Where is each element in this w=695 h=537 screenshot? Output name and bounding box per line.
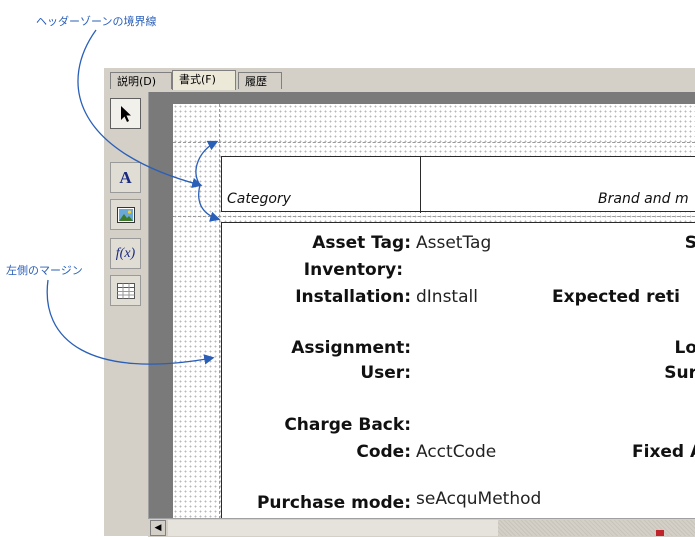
asset-tag-field[interactable]: AssetTag bbox=[416, 233, 491, 253]
horizontal-scrollbar[interactable]: ◀ bbox=[148, 518, 695, 537]
supervisor-label[interactable]: Sur bbox=[664, 363, 695, 383]
status-indicator-icon bbox=[656, 530, 664, 536]
design-canvas[interactable]: Category Brand and m Asset Tag: AssetTag… bbox=[173, 104, 695, 524]
header-category-cell[interactable]: Category bbox=[227, 191, 291, 207]
detail-band[interactable]: Asset Tag: AssetTag S Inventory: Install… bbox=[221, 222, 695, 524]
formula-icon: f(x) bbox=[115, 245, 136, 261]
table-tool-button[interactable] bbox=[110, 275, 141, 306]
left-margin-guide[interactable] bbox=[219, 104, 220, 524]
header-zone-boundary[interactable] bbox=[173, 216, 695, 217]
user-label[interactable]: User: bbox=[360, 363, 411, 383]
image-icon bbox=[116, 206, 135, 223]
installation-field[interactable]: dInstall bbox=[416, 287, 478, 307]
header-column-divider bbox=[420, 157, 421, 213]
report-designer-window: 説明(D) 書式(F) 履歴 A f(x) Category Brand and… bbox=[104, 68, 695, 536]
code-field[interactable]: AcctCode bbox=[416, 442, 496, 462]
header-zone-guide[interactable] bbox=[173, 142, 695, 143]
scroll-thumb[interactable] bbox=[498, 520, 695, 536]
header-band[interactable]: Category Brand and m bbox=[221, 156, 695, 213]
table-icon bbox=[116, 282, 135, 299]
location-label[interactable]: Lo bbox=[674, 338, 695, 358]
select-tool-button[interactable] bbox=[110, 98, 141, 129]
fixed-asset-label[interactable]: Fixed A bbox=[632, 442, 695, 462]
s-label[interactable]: S bbox=[685, 233, 695, 253]
left-margin-annotation: 左側のマージン bbox=[6, 264, 83, 277]
tab-history[interactable]: 履歴 bbox=[238, 72, 282, 89]
toolbox: A f(x) bbox=[104, 92, 149, 536]
design-canvas-frame: Category Brand and m Asset Tag: AssetTag… bbox=[149, 92, 695, 536]
expected-retirement-label[interactable]: Expected reti bbox=[552, 287, 680, 307]
header-boundary-annotation: ヘッダーゾーンの境界線 bbox=[36, 15, 157, 28]
text-icon: A bbox=[119, 167, 132, 187]
purchase-mode-field[interactable]: seAcquMethod bbox=[416, 489, 541, 509]
inventory-label[interactable]: Inventory: bbox=[304, 260, 403, 280]
tab-description[interactable]: 説明(D) bbox=[110, 72, 172, 89]
charge-back-label[interactable]: Charge Back: bbox=[284, 415, 411, 435]
formula-tool-button[interactable]: f(x) bbox=[110, 238, 141, 269]
scroll-track[interactable] bbox=[168, 520, 498, 536]
tab-format[interactable]: 書式(F) bbox=[172, 70, 236, 90]
text-tool-button[interactable]: A bbox=[110, 162, 141, 193]
code-label[interactable]: Code: bbox=[356, 442, 411, 462]
image-tool-button[interactable] bbox=[110, 199, 141, 230]
asset-tag-label[interactable]: Asset Tag: bbox=[312, 233, 411, 253]
header-brand-cell[interactable]: Brand and m bbox=[598, 191, 689, 207]
purchase-mode-label[interactable]: Purchase mode: bbox=[257, 493, 411, 513]
installation-label[interactable]: Installation: bbox=[295, 287, 411, 307]
scroll-left-arrow-icon[interactable]: ◀ bbox=[150, 520, 166, 536]
tab-strip: 説明(D) 書式(F) 履歴 bbox=[104, 68, 695, 90]
arrow-pointer-icon bbox=[120, 105, 131, 122]
assignment-label[interactable]: Assignment: bbox=[291, 338, 411, 358]
